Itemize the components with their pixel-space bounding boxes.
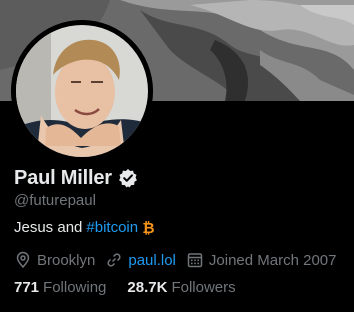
bitcoin-icon: ₿ [141, 219, 156, 237]
website-item[interactable]: paul.lol [105, 251, 176, 269]
following-link[interactable]: 771 Following [14, 279, 106, 296]
following-count: 771 [14, 279, 40, 296]
location-pin-icon [16, 251, 30, 269]
following-label: Following [43, 279, 107, 296]
bio: Jesus and #bitcoin ₿ [14, 219, 156, 237]
profile-meta: Brooklyn paul.lol Joined March 2007 [14, 251, 347, 269]
location-text: Brooklyn [37, 251, 96, 269]
followers-link[interactable]: 28.7K Followers [127, 279, 235, 296]
bio-hashtag-link[interactable]: #bitcoin [86, 219, 138, 236]
name-row: Paul Miller [14, 165, 138, 191]
avatar[interactable] [11, 20, 153, 162]
svg-text:₿: ₿ [142, 220, 154, 235]
follow-stats: 771 Following 28.7K Followers [14, 279, 257, 296]
followers-label: Followers [171, 279, 236, 296]
verified-badge-icon[interactable] [118, 168, 138, 188]
followers-count: 28.7K [127, 279, 168, 296]
joined-item: Joined March 2007 [186, 251, 337, 269]
website-link[interactable]: paul.lol [128, 252, 176, 269]
calendar-icon [187, 253, 203, 268]
link-icon [107, 253, 121, 267]
joined-text: Joined March 2007 [208, 251, 337, 269]
handle: @futurepaul [14, 192, 96, 209]
location-item: Brooklyn [14, 251, 95, 269]
bio-text: Jesus and [14, 219, 83, 236]
display-name: Paul Miller [14, 166, 112, 189]
